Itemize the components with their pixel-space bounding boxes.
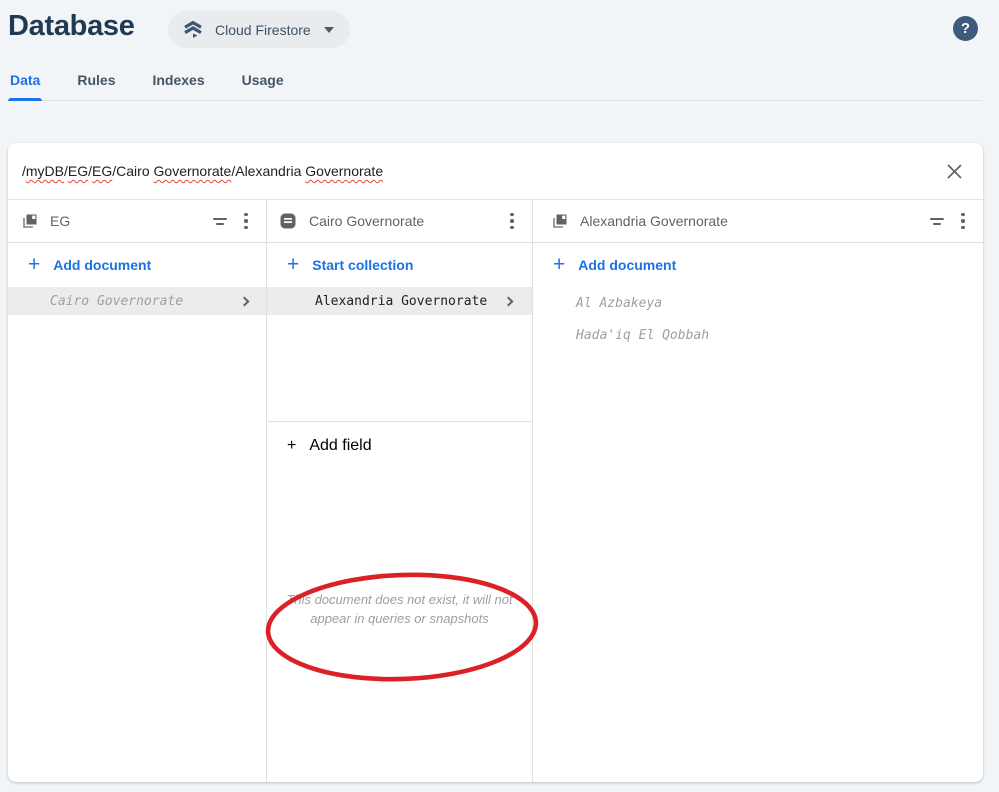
add-field-label: Add field	[309, 437, 372, 454]
document-name: Cairo Governorate	[50, 293, 184, 309]
start-collection-button[interactable]: + Start collection	[267, 243, 532, 287]
question-mark-icon: ?	[960, 20, 971, 37]
notice-line-2: appear in queries or snapshots	[310, 611, 489, 626]
fields-divider	[267, 421, 532, 422]
document-column-header: Cairo Governorate	[267, 200, 532, 243]
collection-title: Alexandria Governorate	[580, 213, 728, 229]
more-options-icon[interactable]	[506, 212, 518, 230]
chevron-right-icon	[503, 296, 514, 306]
plus-icon: +	[553, 252, 566, 276]
path-segment: Alexandria	[235, 163, 306, 179]
firestore-logo-icon	[182, 19, 204, 41]
path-input[interactable]: /myDB/EG/EG/Cairo Governorate/Alexandria…	[22, 163, 941, 179]
start-collection-label: Start collection	[312, 257, 414, 273]
chevron-right-icon	[239, 296, 250, 306]
firestore-columns: EG + Add document Cairo Governorate Cair…	[8, 200, 983, 782]
document-row-al-azbakeya[interactable]: Al Azbakeya	[533, 287, 983, 319]
add-document-label: Add document	[578, 257, 677, 273]
plus-icon: +	[28, 252, 41, 276]
path-bar: /myDB/EG/EG/Cairo Governorate/Alexandria…	[8, 143, 983, 200]
filter-icon[interactable]	[212, 215, 228, 227]
help-button[interactable]: ?	[953, 16, 978, 41]
tab-bar: Data Rules Indexes Usage	[8, 68, 982, 101]
document-column-cairo-governorate: Cairo Governorate + Start collection Ale…	[265, 200, 539, 782]
collection-column-header: EG	[8, 200, 266, 243]
close-icon[interactable]	[941, 158, 967, 184]
document-not-exist-notice: This document does not exist, it will no…	[267, 590, 532, 628]
plus-icon: +	[287, 252, 300, 276]
notice-line-1: This document does not exist, it will no…	[286, 592, 513, 607]
path-segment: EG	[92, 163, 113, 179]
collection-column-header: Alexandria Governorate	[533, 200, 983, 243]
add-document-button[interactable]: + Add document	[8, 243, 266, 287]
document-name: Al Azbakeya	[576, 295, 663, 311]
collection-column-eg: EG + Add document Cairo Governorate	[8, 200, 267, 782]
database-selector-label: Cloud Firestore	[215, 21, 311, 38]
add-document-label: Add document	[53, 257, 152, 273]
page-title: Database	[8, 10, 135, 42]
firestore-data-panel: /myDB/EG/EG/Cairo Governorate/Alexandria…	[8, 143, 983, 782]
path-segment: Cairo	[116, 163, 154, 179]
collection-column-alexandria-governorate: Alexandria Governorate + Add document Al…	[533, 200, 983, 782]
add-field-button[interactable]: + Add field	[267, 424, 532, 468]
plus-icon: +	[287, 437, 297, 454]
more-options-icon[interactable]	[957, 212, 969, 230]
document-row-cairo-governorate[interactable]: Cairo Governorate	[8, 287, 266, 315]
document-row-hadaiq-el-qobbah[interactable]: Hada'iq El Qobbah	[533, 319, 983, 351]
chevron-down-icon	[323, 26, 334, 33]
path-segment: Governorate	[305, 163, 384, 179]
firestore-database-page: Database Cloud Firestore ? Data Rules In…	[0, 0, 999, 792]
tab-data[interactable]: Data	[8, 68, 43, 101]
tab-usage[interactable]: Usage	[240, 68, 286, 100]
path-segment: myDB	[25, 163, 65, 179]
document-name: Hada'iq El Qobbah	[576, 327, 710, 343]
tab-indexes[interactable]: Indexes	[150, 68, 206, 100]
database-selector-dropdown[interactable]: Cloud Firestore	[168, 11, 350, 48]
collection-name: Alexandria Governorate	[315, 293, 488, 309]
tab-rules[interactable]: Rules	[75, 68, 117, 100]
document-title: Cairo Governorate	[309, 213, 425, 229]
path-segment: Governorate	[153, 163, 232, 179]
collection-title: EG	[50, 213, 71, 229]
document-icon	[279, 212, 297, 230]
collection-row-alexandria-governorate[interactable]: Alexandria Governorate	[267, 287, 532, 315]
add-document-button[interactable]: + Add document	[533, 243, 983, 287]
collection-icon	[550, 212, 568, 230]
path-segment: EG	[67, 163, 89, 179]
collection-icon	[20, 212, 38, 230]
more-options-icon[interactable]	[240, 212, 252, 230]
filter-icon[interactable]	[929, 215, 945, 227]
